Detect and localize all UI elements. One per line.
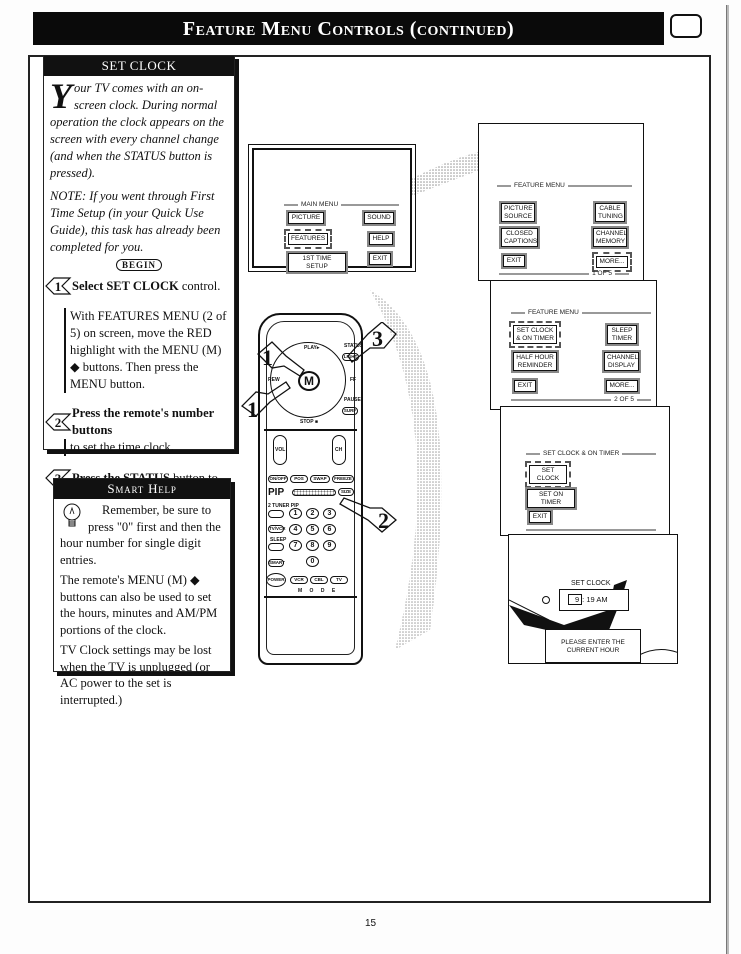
surf-button[interactable]: SURF [342,407,358,415]
menu-btn-set-clock-on-timer[interactable]: SET CLOCK & ON TIMER [509,321,561,348]
menu-btn-exit[interactable]: EXIT [367,251,393,267]
smart-help-panel: Smart Help Remember, be sure to press "0… [53,478,231,707]
set-clock-menu-screen: SET CLOCK & ON TIMER SET CLOCK SET ON TI… [500,406,670,536]
smart-button[interactable]: SMART [268,559,285,567]
page-edge [726,5,729,954]
menu-btn-features[interactable]: FEATURES [284,229,332,249]
main-menu-title: MAIN MENU [301,201,339,208]
step-1-text: With FEATURES MENU (2 of 5) on screen, m… [64,308,228,393]
number-button-1[interactable]: 1 [289,508,302,519]
prompt-text: PLEASE ENTER THE CURRENT HOUR [561,639,625,654]
stop-label: STOP ■ [300,419,318,425]
pause-label: PAUSE [344,397,361,403]
step-number-1: 1 [44,276,72,296]
menu-btn-cable-tuning[interactable]: CABLE TUNING [593,201,627,224]
menu-btn-picture[interactable]: PICTURE [286,210,326,226]
menu-btn-set-on-timer[interactable]: SET ON TIMER [525,487,577,510]
lightbulb-icon [63,503,81,527]
help-paragraph-3: TV Clock settings may be lost when the T… [60,643,212,707]
pointing-hand-icon [257,341,305,377]
menu-btn-closed-captions[interactable]: CLOSED CAPTIONS [499,226,540,249]
dropcap: Y [50,76,72,116]
menu-btn-sleep-timer[interactable]: SLEEP TIMER [605,323,639,346]
sleep-button[interactable] [268,543,284,551]
tuner-pip-button[interactable] [268,510,284,518]
prompt-box: PLEASE ENTER THE CURRENT HOUR [545,629,641,663]
page-number: 15 [364,918,377,929]
menu-btn-exit[interactable]: EXIT [527,509,553,525]
note-text: NOTE: If you went through First Time Set… [50,189,221,254]
step-1: 1 Select SET CLOCK control. With FEATURE… [45,276,228,393]
number-button-0[interactable]: 0 [306,556,319,567]
page-indicator: 2 OF 5 [614,396,634,403]
number-button-7[interactable]: 7 [289,540,302,551]
set-clock-menu-title: SET CLOCK & ON TIMER [543,450,620,457]
tv-vcr-button[interactable]: TV/VCR [268,525,286,533]
ff-label: FF [350,377,357,383]
menu-btn-exit[interactable]: EXIT [512,378,538,394]
tv-icon [670,14,702,38]
pip-pos-button[interactable]: POS [290,475,308,483]
menu-btn-set-clock[interactable]: SET CLOCK [525,461,571,488]
number-button-4[interactable]: 4 [289,524,302,535]
mode-tv-button[interactable]: TV [330,576,348,584]
intro-text: Your TV comes with an on-screen clock. D… [50,76,224,180]
step-2: 2 Press the remote's number buttons to s… [45,405,228,456]
ch-label: CH [335,447,343,453]
pip-on-off-button[interactable]: ON/OFF [268,475,288,483]
help-paragraph-2: The remote's MENU (M) ◆ buttons can also… [60,573,218,637]
number-button-5[interactable]: 5 [306,524,319,535]
pip-swap-button[interactable]: SWAP [310,475,330,483]
number-button-8[interactable]: 8 [306,540,319,551]
feature-menu-1-title: FEATURE MENU [514,182,565,189]
begin-badge: BEGIN [50,257,228,274]
set-clock-heading: SET CLOCK [44,56,234,76]
mode-vcr-button[interactable]: VCR [290,576,308,584]
number-button-2[interactable]: 2 [306,508,319,519]
menu-btn-exit[interactable]: EXIT [501,253,527,269]
pip-label: PIP [268,487,285,498]
set-clock-entry-title: SET CLOCK [571,580,611,587]
mode-cbl-button[interactable]: CBL [310,576,328,584]
menu-btn-half-hour-reminder[interactable]: HALF HOUR REMINDER [511,350,559,373]
page-indicator: 1 OF 5 [592,270,612,277]
time-rest: : 19 AM [582,595,608,604]
step-2-text: to set the time clock. [64,439,228,456]
set-clock-panel: SET CLOCK Your TV comes with an on-scree… [43,55,235,527]
vol-label: VOL [275,447,286,453]
menu-btn-more[interactable]: MORE... [604,378,640,394]
step-number-2: 2 [44,412,72,432]
menu-btn-channel-memory[interactable]: CHANNEL MEMORY [591,226,629,249]
menu-btn-channel-display[interactable]: CHANNEL DISPLAY [602,350,641,373]
feature-menu-2-title: FEATURE MENU [528,309,579,316]
set-clock-entry-screen: SET CLOCK 9: 19 AM PLEASE ENTER THE CURR… [508,534,678,664]
pointing-hand-icon [339,497,397,533]
smart-help-heading: Smart Help [54,479,230,499]
pip-freeze-button[interactable]: FREEZE [332,475,354,483]
clock-icon [542,596,550,604]
menu-btn-more[interactable]: MORE... [592,252,632,272]
feature-menu-1-screen: FEATURE MENU PICTURE SOURCE CABLE TUNING… [478,123,644,281]
pointing-hand-icon [347,322,397,363]
menu-btn-picture-source[interactable]: PICTURE SOURCE [499,201,537,224]
pointing-hand-icon [240,381,291,417]
mode-label: M O D E [298,588,339,594]
time-display: 9: 19 AM [559,589,629,611]
power-button[interactable]: POWER [266,573,286,587]
menu-btn-first-time-setup[interactable]: 1ST TIME SETUP [286,251,348,274]
main-menu-screen: MAIN MENU PICTURE SOUND FEATURES HELP 1S… [248,144,416,274]
page-title: Feature Menu Controls (continued) [33,12,664,45]
menu-btn-sound[interactable]: SOUND [362,210,396,226]
menu-btn-help[interactable]: HELP [367,231,395,247]
hour-field[interactable]: 9 [568,594,583,605]
help-paragraph-1: Remember, be sure to press "0" first and… [60,503,221,567]
feature-menu-2-screen: FEATURE MENU SET CLOCK & ON TIMER SLEEP … [490,280,657,410]
number-button-9[interactable]: 9 [323,540,336,551]
